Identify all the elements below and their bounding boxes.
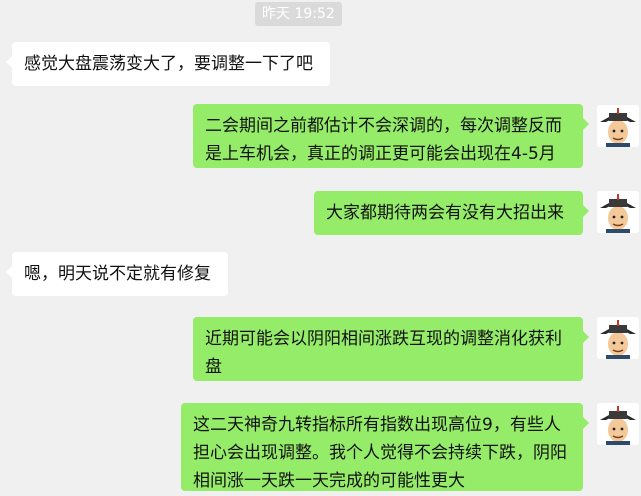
incoming-message-bubble[interactable]: 嗯，明天说不定就有修复	[6, 252, 228, 296]
chat-timestamp: 昨天 19:52	[255, 2, 342, 26]
sender-avatar-icon[interactable]	[597, 191, 639, 233]
outgoing-message-bubble[interactable]: 近期可能会以阴阳相间涨跌互现的调整消化获利盘	[193, 317, 589, 381]
sender-avatar-icon[interactable]	[597, 403, 639, 445]
sender-avatar-icon[interactable]	[597, 317, 639, 359]
outgoing-message-bubble[interactable]: 这二天神奇九转指标所有指数出现高位9，有些人担心会出现调整。我个人觉得不会持续下…	[181, 403, 589, 491]
outgoing-message-bubble[interactable]: 大家都期待两会有没有大招出来	[314, 191, 589, 235]
sender-avatar-icon[interactable]	[597, 105, 639, 147]
outgoing-message-bubble[interactable]: 二会期间之前都估计不会深调的，每次调整反而是上车机会，真正的调正更可能会出现在4…	[193, 104, 589, 168]
incoming-message-bubble[interactable]: 感觉大盘震荡变大了，要调整一下了吧	[6, 42, 330, 86]
